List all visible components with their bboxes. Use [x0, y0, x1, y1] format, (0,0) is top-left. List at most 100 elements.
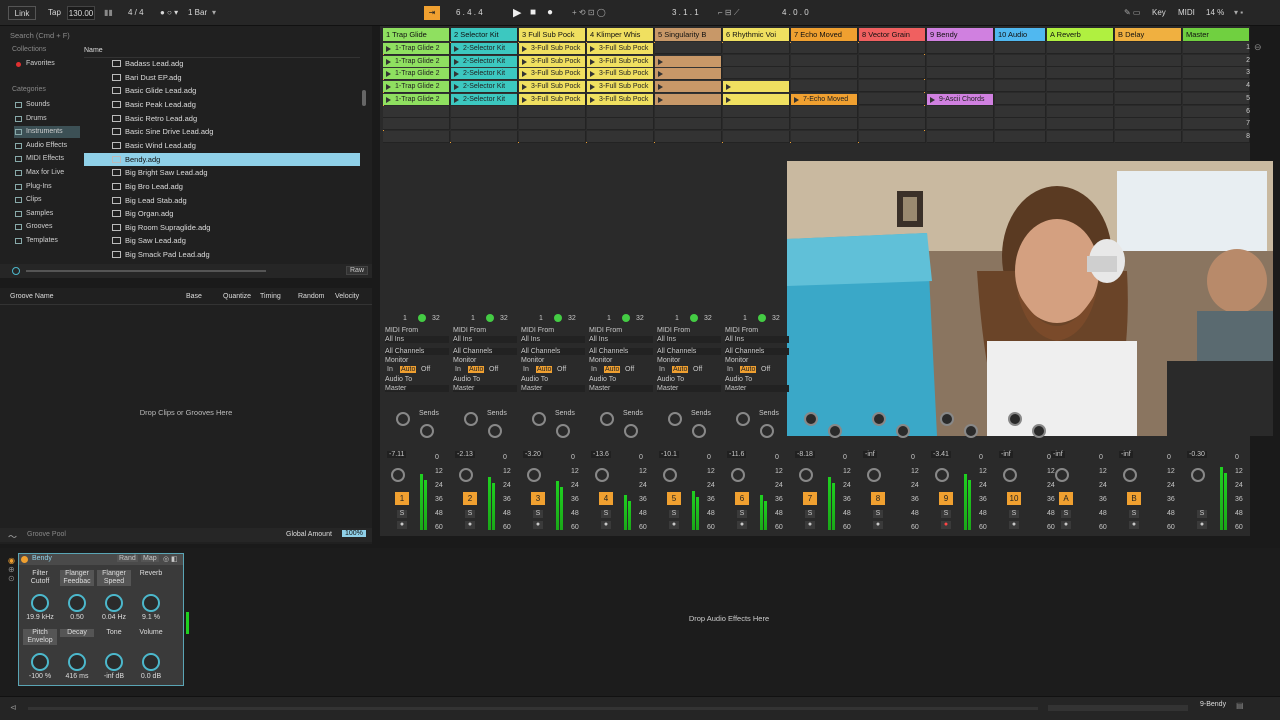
cue-icon[interactable] — [690, 314, 698, 322]
monitor-in-button[interactable]: In — [455, 366, 461, 373]
browser-file-item[interactable]: Bendy.adg — [84, 152, 360, 166]
scene-launch-3[interactable]: 3 — [1238, 67, 1250, 79]
clip-slot[interactable] — [383, 118, 450, 131]
audio-to-label[interactable]: Audio To — [725, 376, 752, 383]
track-header-4[interactable]: 4 Klimper Whis — [587, 28, 654, 41]
pan-knob[interactable] — [459, 468, 473, 482]
clip[interactable] — [655, 55, 721, 67]
output-select[interactable]: Master — [589, 385, 653, 392]
clip-slot[interactable] — [859, 67, 926, 80]
device-scroll[interactable] — [1048, 705, 1188, 711]
monitor-in-button[interactable]: In — [387, 366, 393, 373]
arm-button[interactable]: ● — [737, 521, 747, 529]
monitor-label[interactable]: Monitor — [589, 357, 612, 364]
track-activator-5[interactable]: 5 — [667, 492, 681, 505]
clip-slot[interactable] — [859, 80, 926, 93]
clip-slot[interactable] — [723, 54, 790, 67]
clip[interactable] — [655, 81, 721, 93]
macro-icon[interactable]: ⊙ — [8, 574, 16, 583]
clip[interactable]: 3-Full Sub Pock — [587, 68, 653, 80]
volume-readout[interactable]: -inf — [1051, 451, 1065, 458]
clip-slot[interactable] — [859, 92, 926, 105]
arm-button[interactable]: ● — [1009, 521, 1019, 529]
solo-button[interactable]: S — [1009, 510, 1019, 518]
clip-slot[interactable] — [1115, 92, 1182, 105]
send-b-knob[interactable] — [420, 424, 434, 438]
output-select[interactable]: Master — [725, 385, 789, 392]
tempo-field[interactable]: 130.00 — [67, 6, 95, 20]
track-activator-3[interactable]: 3 — [531, 492, 545, 505]
arm-button[interactable]: ● — [1061, 521, 1071, 529]
clip-slot[interactable] — [451, 105, 518, 118]
clip-slot[interactable] — [995, 42, 1046, 54]
track-header-8[interactable]: 8 Vector Grain — [859, 28, 926, 41]
send-a-knob[interactable] — [532, 412, 546, 426]
browser-file-item[interactable]: Big Bright Saw Lead.adg — [84, 166, 360, 179]
time-signature[interactable]: 4 / 4 — [128, 6, 144, 20]
macro-knob-7[interactable] — [105, 653, 123, 671]
send-a-knob[interactable] — [668, 412, 682, 426]
clip[interactable]: 3-Full Sub Pock — [519, 55, 585, 67]
draw-mode-icon[interactable]: ✎ ▭ — [1124, 6, 1140, 20]
cue-icon[interactable] — [622, 314, 630, 322]
volume-readout[interactable]: -8.18 — [795, 451, 815, 458]
clip[interactable]: 3-Full Sub Pock — [519, 43, 585, 54]
clip-slot[interactable] — [587, 118, 654, 131]
track-activator-4[interactable]: 4 — [599, 492, 613, 505]
monitor-in-button[interactable]: In — [523, 366, 529, 373]
track-header-11[interactable]: A Reverb — [1047, 28, 1114, 41]
track-activator-7[interactable]: 7 — [803, 492, 817, 505]
monitor-label[interactable]: Monitor — [453, 357, 476, 364]
clip[interactable]: 3-Full Sub Pock — [519, 93, 585, 105]
send-b-knob[interactable] — [760, 424, 774, 438]
volume-readout[interactable]: -inf — [863, 451, 877, 458]
solo-button[interactable]: S — [737, 510, 747, 518]
clip-slot[interactable] — [995, 92, 1046, 105]
loop-start[interactable]: 3 . 1 . 1 — [672, 6, 699, 20]
scene-launch-1[interactable]: 1 — [1238, 42, 1250, 54]
browser-file-item[interactable]: Big Smack Pad Lead.adg — [84, 248, 360, 261]
clip[interactable] — [723, 81, 789, 93]
track-activator-A[interactable]: A — [1059, 492, 1073, 505]
volume-readout[interactable]: -10.1 — [659, 451, 679, 458]
groove-header-3[interactable]: Timing — [260, 293, 281, 300]
send-b-knob[interactable] — [624, 424, 638, 438]
clip-slot[interactable] — [723, 130, 790, 143]
solo-button[interactable]: S — [1197, 510, 1207, 518]
browser-file-item[interactable]: Big Lead Stab.adg — [84, 194, 360, 207]
arm-button[interactable]: ● — [601, 521, 611, 529]
record-icon[interactable]: ● — [547, 6, 553, 20]
track-header-1[interactable]: 1 Trap Glide — [383, 28, 450, 41]
clip-slot[interactable] — [791, 42, 858, 54]
browser-file-item[interactable]: Big Bro Lead.adg — [84, 180, 360, 193]
clip-slot[interactable] — [791, 80, 858, 93]
send-b-knob[interactable] — [828, 424, 842, 438]
monitor-in-button[interactable]: In — [727, 366, 733, 373]
midi-from-label[interactable]: MIDI From — [589, 327, 622, 334]
favorites-item[interactable]: Favorites — [14, 58, 80, 70]
arm-button[interactable]: ● — [533, 521, 543, 529]
pan-knob[interactable] — [799, 468, 813, 482]
midi-input-select[interactable]: All Ins — [657, 336, 721, 343]
clip-slot[interactable] — [655, 130, 722, 143]
track-header-13[interactable]: Master — [1183, 28, 1250, 41]
clip-slot[interactable] — [1047, 105, 1114, 118]
browser-file-item[interactable]: Basic Glide Lead.adg — [84, 84, 360, 97]
midi-map-button[interactable]: MIDI — [1178, 6, 1195, 20]
clip-slot[interactable] — [383, 130, 450, 143]
channel-select[interactable]: All Channels — [521, 348, 585, 355]
output-select[interactable]: Master — [657, 385, 721, 392]
clip[interactable]: 3-Full Sub Pock — [519, 81, 585, 93]
clip-slot[interactable] — [927, 80, 994, 93]
clip-slot[interactable] — [927, 105, 994, 118]
audio-to-label[interactable]: Audio To — [453, 376, 480, 383]
pan-knob[interactable] — [1191, 468, 1205, 482]
clip-slot[interactable] — [859, 118, 926, 131]
horizontal-scrollbar[interactable] — [28, 707, 1038, 710]
pan-knob[interactable] — [1055, 468, 1069, 482]
solo-button[interactable]: S — [1129, 510, 1139, 518]
scene-launch-2[interactable]: 2 — [1238, 55, 1250, 67]
rack-side-icons[interactable]: ◉ ⊕ ⊙ — [8, 556, 16, 636]
clip-slot[interactable] — [383, 105, 450, 118]
browser-file-item[interactable]: Big Room Supraglide.adg — [84, 221, 360, 234]
